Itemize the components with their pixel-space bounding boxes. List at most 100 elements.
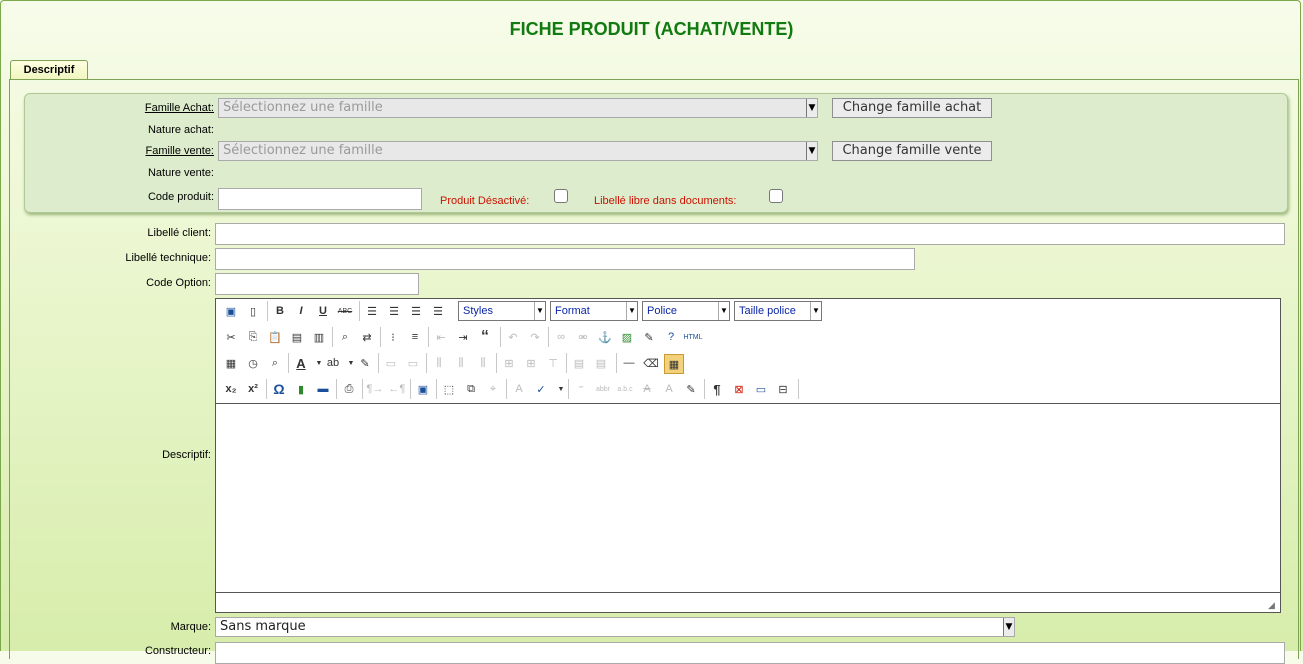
- change-famille-achat-button[interactable]: Change famille achat: [832, 98, 992, 118]
- superscript-icon[interactable]: x²: [244, 380, 262, 398]
- save-icon[interactable]: ▣: [222, 302, 240, 320]
- find-icon[interactable]: ⌕: [336, 328, 354, 346]
- cite-icon[interactable]: “”: [572, 380, 590, 398]
- descriptif-editor[interactable]: ▣ ▯ B I U ABC ☰ ☰ ☰ ☰ Styles ▼ Format ▼ Po…: [215, 298, 1281, 613]
- image-icon[interactable]: ▨: [618, 328, 636, 346]
- nature-achat-label: Nature achat:: [147, 124, 214, 136]
- outdent-icon[interactable]: ⇤: [432, 328, 450, 346]
- print-icon[interactable]: ⎙: [340, 380, 358, 398]
- input-field-icon[interactable]: ▬: [314, 380, 332, 398]
- clean-icon[interactable]: ✎: [640, 328, 658, 346]
- redo-icon[interactable]: ↷: [526, 328, 544, 346]
- template-icon[interactable]: ⊠: [730, 380, 748, 398]
- rtl-icon[interactable]: ←¶: [388, 380, 406, 398]
- align-left-icon[interactable]: ☰: [363, 302, 381, 320]
- insert-text-icon[interactable]: A: [660, 380, 678, 398]
- insert-column-before-icon[interactable]: ⫼: [430, 354, 448, 372]
- paste-text-icon[interactable]: ▤: [288, 328, 306, 346]
- visual-aid-icon[interactable]: ▭: [752, 380, 770, 398]
- preview-icon[interactable]: ⌕: [266, 354, 284, 372]
- libelle-technique-input[interactable]: [215, 248, 915, 270]
- link-icon[interactable]: ∞: [552, 328, 570, 346]
- bullet-list-icon[interactable]: ⁝: [384, 328, 402, 346]
- abbr-icon[interactable]: abbr: [594, 380, 612, 398]
- bold-icon[interactable]: B: [271, 302, 289, 320]
- insert-column-after-icon[interactable]: ⫼: [452, 354, 470, 372]
- subscript-icon[interactable]: x₂: [222, 380, 240, 398]
- anchor-icon[interactable]: ⚓: [596, 328, 614, 346]
- horizontal-rule-icon[interactable]: —: [620, 354, 638, 372]
- styles-dropdown[interactable]: Styles ▼: [458, 301, 546, 321]
- absolute-position-icon[interactable]: ⌖: [484, 380, 502, 398]
- new-page-icon[interactable]: ▯: [244, 302, 262, 320]
- marque-select[interactable]: Sans marque ▼: [215, 617, 1015, 637]
- indent-icon[interactable]: ⇥: [454, 328, 472, 346]
- famille-vente-select[interactable]: Sélectionnez une famille ▼: [218, 141, 818, 161]
- cell-props-icon[interactable]: ⊤: [544, 354, 562, 372]
- align-center-icon[interactable]: ☰: [385, 302, 403, 320]
- produit-desactive-checkbox[interactable]: [554, 189, 568, 203]
- highlight-color-icon[interactable]: ab: [324, 354, 342, 372]
- paste-icon[interactable]: 📋: [266, 328, 284, 346]
- move-backward-icon[interactable]: ⧉: [462, 380, 480, 398]
- attributes-icon[interactable]: ✎: [682, 380, 700, 398]
- separator: [798, 379, 799, 399]
- copy-icon[interactable]: ⎘: [244, 328, 262, 346]
- code-option-input[interactable]: [215, 273, 419, 295]
- insert-layer-icon[interactable]: ⬚: [440, 380, 458, 398]
- align-right-icon[interactable]: ☰: [407, 302, 425, 320]
- italic-icon[interactable]: I: [292, 302, 310, 320]
- table-icon[interactable]: ▦: [664, 354, 684, 374]
- numbered-list-icon[interactable]: ≡: [406, 328, 424, 346]
- blockquote-icon[interactable]: “: [476, 328, 494, 346]
- format-dropdown[interactable]: Format ▼: [550, 301, 638, 321]
- table-props-icon[interactable]: ▤: [592, 354, 610, 372]
- edit-icon[interactable]: ✎: [356, 354, 374, 372]
- text-color-icon[interactable]: A: [292, 354, 310, 372]
- page-break-icon[interactable]: ⊟: [774, 380, 792, 398]
- align-justify-icon[interactable]: ☰: [429, 302, 447, 320]
- police-dropdown[interactable]: Police ▼: [642, 301, 730, 321]
- change-famille-vente-button[interactable]: Change famille vente: [832, 141, 992, 161]
- strikethrough-icon[interactable]: ABC: [336, 302, 354, 320]
- constructeur-input[interactable]: [215, 642, 1285, 664]
- cut-icon[interactable]: ✂: [222, 328, 240, 346]
- eraser-icon[interactable]: ⌫: [642, 354, 660, 372]
- code-produit-input[interactable]: [218, 188, 422, 210]
- show-blocks-icon[interactable]: ¶: [708, 380, 726, 398]
- paste-word-icon[interactable]: ▥: [310, 328, 328, 346]
- spellcheck-icon[interactable]: ✓: [532, 380, 550, 398]
- taille-police-dropdown[interactable]: Taille police ▼: [734, 301, 822, 321]
- split-cell-icon[interactable]: ⊞: [500, 354, 518, 372]
- editor-content-area[interactable]: [216, 403, 1280, 593]
- underline-icon[interactable]: U: [314, 302, 332, 320]
- special-char-icon[interactable]: Ω: [270, 380, 288, 398]
- produit-desactive-label: Produit Désactivé:: [440, 195, 530, 207]
- separator: [566, 353, 567, 373]
- tab-descriptif[interactable]: Descriptif: [10, 60, 88, 79]
- fullscreen-icon[interactable]: ▣: [414, 380, 432, 398]
- ltr-icon[interactable]: ¶→: [366, 380, 384, 398]
- taille-police-dropdown-label: Taille police: [739, 305, 796, 317]
- help-icon[interactable]: ?: [662, 328, 680, 346]
- insert-date-icon[interactable]: ▦: [222, 354, 240, 372]
- unlink-icon[interactable]: ⚮: [574, 328, 592, 346]
- undo-icon[interactable]: ↶: [504, 328, 522, 346]
- delete-column-icon[interactable]: ⫼: [474, 354, 492, 372]
- row-props-icon[interactable]: ▤: [570, 354, 588, 372]
- insert-row-icon[interactable]: ▭: [382, 354, 400, 372]
- acronym-icon[interactable]: a.b.c: [616, 380, 634, 398]
- resize-handle-icon[interactable]: ◢: [1268, 600, 1278, 610]
- insert-time-icon[interactable]: ◷: [244, 354, 262, 372]
- delete-text-icon[interactable]: A: [638, 380, 656, 398]
- styles-props-icon[interactable]: A: [510, 380, 528, 398]
- delete-row-icon[interactable]: ▭: [404, 354, 422, 372]
- media-icon[interactable]: ▮: [292, 380, 310, 398]
- merge-cells-icon[interactable]: ⊞: [522, 354, 540, 372]
- replace-icon[interactable]: ⇄: [358, 328, 376, 346]
- separator: [548, 327, 549, 347]
- libelle-libre-checkbox[interactable]: [769, 189, 783, 203]
- famille-achat-select[interactable]: Sélectionnez une famille ▼: [218, 98, 818, 118]
- html-source-icon[interactable]: HTML: [683, 328, 702, 346]
- libelle-client-input[interactable]: [215, 223, 1285, 245]
